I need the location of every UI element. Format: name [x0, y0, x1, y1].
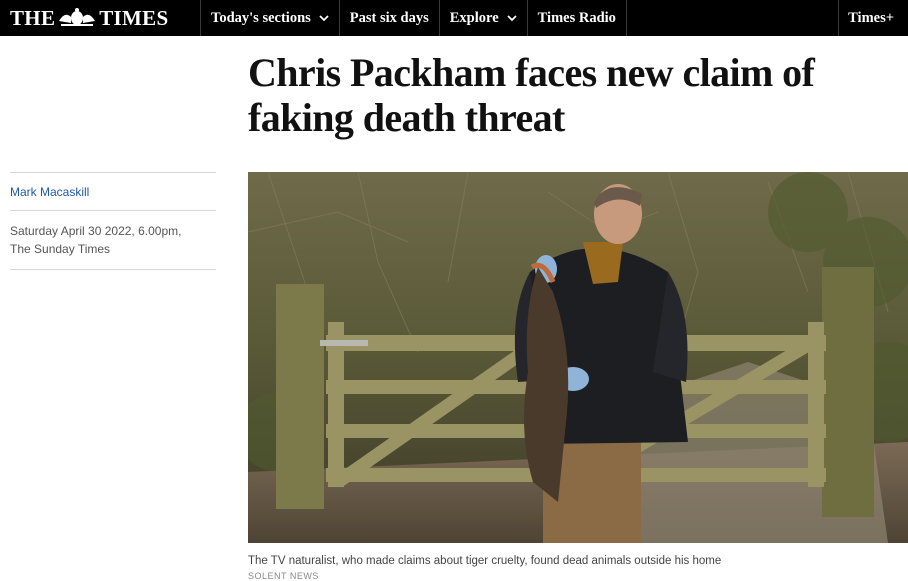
nav-times-plus[interactable]: Times+	[838, 0, 908, 36]
author-link[interactable]: Mark Macaskill	[10, 173, 216, 210]
nav-spacer	[625, 0, 838, 36]
nav-past-six-days[interactable]: Past six days	[338, 0, 439, 36]
nav-explore[interactable]: Explore	[438, 0, 527, 36]
photo-caption: The TV naturalist, who made claims about…	[248, 555, 722, 567]
logo-text-the: THE	[10, 5, 56, 30]
divider	[10, 269, 216, 270]
top-navigation: THE TIMES Today's sections Past six days…	[0, 0, 908, 36]
nav-item-label: Explore	[449, 9, 499, 26]
nav-item-label: Times+	[848, 9, 894, 26]
publish-info: Saturday April 30 2022, 6.00pm, The Sund…	[10, 211, 216, 269]
nav-todays-sections[interactable]: Today's sections	[200, 0, 339, 36]
chevron-down-icon	[319, 15, 329, 22]
chevron-down-icon	[506, 15, 517, 22]
crest-icon	[59, 8, 96, 26]
nav-item-label: Today's sections	[211, 9, 311, 26]
nav-item-label: Times Radio	[537, 9, 616, 26]
publish-date: Saturday April 30 2022, 6.00pm,	[10, 224, 182, 238]
byline: Mark Macaskill Saturday April 30 2022, 6…	[10, 172, 216, 270]
article-headline: Chris Packham faces new claim of faking …	[248, 50, 815, 140]
publication-name: The Sunday Times	[10, 242, 111, 256]
times-logo[interactable]: THE TIMES	[0, 0, 200, 36]
photo-credit: SOLENT NEWS	[248, 571, 319, 581]
nav-times-radio[interactable]: Times Radio	[526, 0, 626, 36]
article-photo[interactable]	[248, 172, 908, 543]
nav-item-label: Past six days	[349, 9, 429, 26]
logo-text-times: TIMES	[99, 5, 169, 30]
